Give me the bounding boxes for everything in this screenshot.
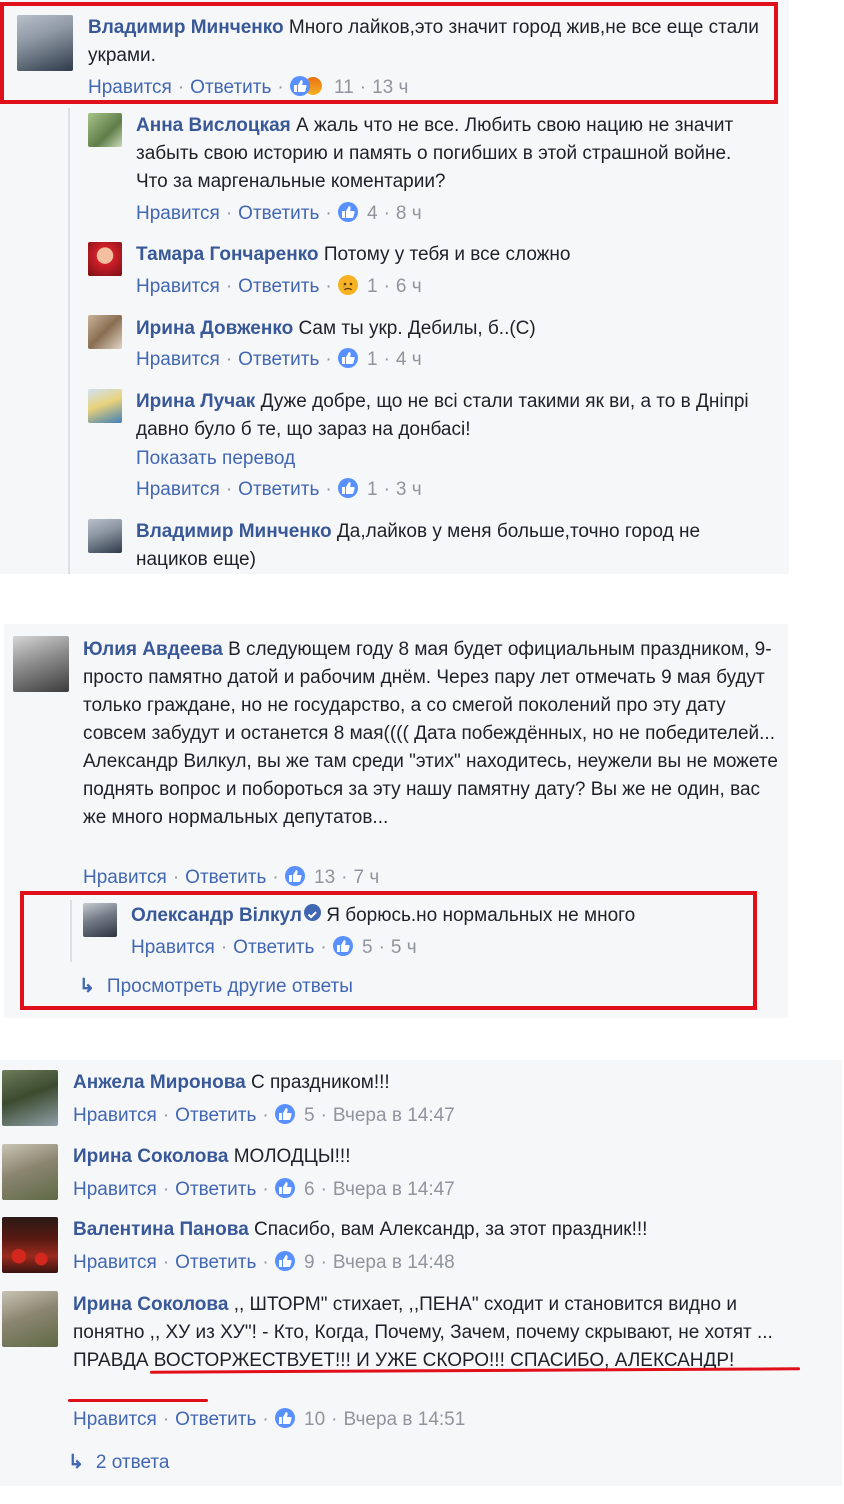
timestamp[interactable]: Вчера в 14:48 [333, 1252, 455, 1273]
comment-actions: Нравится · Ответить · 5 · Вчера в 14:47 [73, 1104, 455, 1126]
reaction-count[interactable]: 4 [367, 203, 378, 224]
author-name[interactable]: Тамара Гончаренко [136, 244, 319, 265]
comment-text: Сам ты укр. Дебилы, б..(С) [298, 318, 536, 339]
comment-body: Ирина Соколова МОЛОДЦЫ!!! [73, 1143, 833, 1171]
highlight-box [20, 891, 757, 1010]
avatar[interactable] [88, 315, 122, 349]
comment-actions: Нравится · Ответить · 6 · Вчера в 14:47 [73, 1178, 455, 1200]
author-name[interactable]: Анжела Миронова [73, 1072, 246, 1093]
replies-link[interactable]: ↳ 2 ответа [68, 1451, 170, 1475]
avatar[interactable] [88, 242, 122, 276]
highlight-box [0, 2, 778, 104]
reply-link[interactable]: Ответить [175, 1409, 256, 1430]
reaction-count[interactable]: 9 [304, 1252, 315, 1273]
reaction-count[interactable]: 1 [367, 349, 378, 370]
avatar[interactable] [88, 113, 122, 147]
comment-actions: Нравится · Ответить · 13 · 7 ч [83, 866, 380, 888]
author-name[interactable]: Ирина Лучак [136, 391, 255, 412]
like-reaction-icon[interactable] [337, 348, 358, 368]
avatar[interactable] [13, 636, 69, 692]
like-link[interactable]: Нравится [73, 1105, 157, 1126]
comment-text: МОЛОДЦЫ!!! [233, 1146, 351, 1167]
like-reaction-icon[interactable] [337, 202, 358, 222]
comment-body: Владимир Минченко Да,лайков у меня больш… [136, 518, 766, 574]
comment-body: Ирина Довженко Сам ты укр. Дебилы, б..(С… [136, 315, 756, 343]
reply-link[interactable]: Ответить [175, 1252, 256, 1273]
comment-body: Юлия Авдеева В следующем году 8 мая буде… [83, 636, 783, 832]
author-name[interactable]: Ирина Соколова [73, 1294, 228, 1315]
reaction-count[interactable]: 10 [304, 1409, 325, 1430]
comment-actions: Нравится · Ответить · 1 · 3 ч [136, 478, 422, 500]
reply-arrow-icon: ↳ [68, 1452, 84, 1473]
timestamp[interactable]: 6 ч [396, 276, 422, 297]
reaction-count[interactable]: 5 [304, 1105, 315, 1126]
comment-actions: Нравится · Ответить · 9 · Вчера в 14:48 [73, 1251, 455, 1273]
like-reaction-icon[interactable] [274, 1251, 295, 1271]
comment-body: Анна Вислоцкая А жаль что не все. Любить… [136, 112, 756, 196]
like-link[interactable]: Нравится [73, 1409, 157, 1430]
timestamp[interactable]: 4 ч [396, 349, 422, 370]
reply-link[interactable]: Ответить [175, 1179, 256, 1200]
reaction-count[interactable]: 13 [314, 867, 335, 888]
avatar[interactable] [2, 1070, 58, 1126]
underline-highlight [68, 1399, 208, 1402]
avatar[interactable] [2, 1217, 58, 1273]
like-reaction-icon[interactable] [274, 1104, 295, 1124]
comment-body: Тамара Гончаренко Потому у тебя и все сл… [136, 241, 756, 269]
comment-body: Ирина Лучак Дуже добре, що не всі стали … [136, 388, 776, 444]
like-link[interactable]: Нравится [83, 867, 167, 888]
comment-body: Валентина Панова Спасибо, вам Александр,… [73, 1216, 833, 1244]
like-link[interactable]: Нравится [73, 1179, 157, 1200]
comment-text: В следующем году 8 мая будет официальным… [83, 639, 778, 828]
comment-actions: Нравится · Ответить · 1 · 6 ч [136, 275, 422, 297]
like-reaction-icon[interactable] [274, 1178, 295, 1198]
comment-body: Ирина Соколова ,, ШТОРМ" стихает, ,,ПЕНА… [73, 1291, 813, 1375]
like-link[interactable]: Нравится [136, 349, 220, 370]
reply-link[interactable]: Ответить [238, 479, 319, 500]
reply-link[interactable]: Ответить [175, 1105, 256, 1126]
author-name[interactable]: Ирина Довженко [136, 318, 293, 339]
timestamp[interactable]: 8 ч [396, 203, 422, 224]
author-name[interactable]: Ирина Соколова [73, 1146, 228, 1167]
sad-reaction-icon[interactable] [337, 275, 358, 295]
comment-body: Анжела Миронова С праздником!!! [73, 1069, 833, 1097]
comment-text: Спасибо, вам Александр, за этот праздник… [254, 1219, 648, 1240]
avatar[interactable] [2, 1291, 58, 1347]
comment-actions: Нравится · Ответить · 4 · 8 ч [136, 202, 422, 224]
timestamp[interactable]: Вчера в 14:47 [333, 1179, 455, 1200]
like-reaction-icon[interactable] [284, 866, 305, 886]
like-reaction-icon[interactable] [274, 1408, 295, 1428]
reaction-count[interactable]: 6 [304, 1179, 315, 1200]
comment-text: С праздником!!! [250, 1072, 390, 1093]
like-link[interactable]: Нравится [136, 479, 220, 500]
reaction-count[interactable]: 1 [367, 276, 378, 297]
comment-text: Потому у тебя и все сложно [323, 244, 571, 265]
like-link[interactable]: Нравится [73, 1252, 157, 1273]
like-link[interactable]: Нравится [136, 276, 220, 297]
like-reaction-icon[interactable] [337, 478, 358, 498]
reply-link[interactable]: Ответить [238, 276, 319, 297]
author-name[interactable]: Валентина Панова [73, 1219, 249, 1240]
avatar[interactable] [88, 389, 122, 423]
timestamp[interactable]: Вчера в 14:47 [333, 1105, 455, 1126]
timestamp[interactable]: Вчера в 14:51 [343, 1409, 465, 1430]
reply-link[interactable]: Ответить [185, 867, 266, 888]
timestamp[interactable]: 7 ч [353, 867, 379, 888]
avatar[interactable] [88, 519, 122, 553]
reply-thread-line [68, 108, 70, 574]
reply-link[interactable]: Ответить [238, 349, 319, 370]
comment-actions: Нравится · Ответить · 1 · 4 ч [136, 348, 422, 370]
author-name[interactable]: Юлия Авдеева [83, 639, 223, 660]
like-link[interactable]: Нравится [136, 203, 220, 224]
reaction-count[interactable]: 1 [367, 479, 378, 500]
author-name[interactable]: Анна Вислоцкая [136, 115, 291, 136]
reply-link[interactable]: Ответить [238, 203, 319, 224]
author-name[interactable]: Владимир Минченко [136, 521, 332, 542]
comment-actions: Нравится · Ответить · 10 · Вчера в 14:51 [73, 1408, 466, 1430]
translate-link[interactable]: Показать перевод [136, 447, 295, 471]
avatar[interactable] [2, 1144, 58, 1200]
timestamp[interactable]: 3 ч [396, 479, 422, 500]
